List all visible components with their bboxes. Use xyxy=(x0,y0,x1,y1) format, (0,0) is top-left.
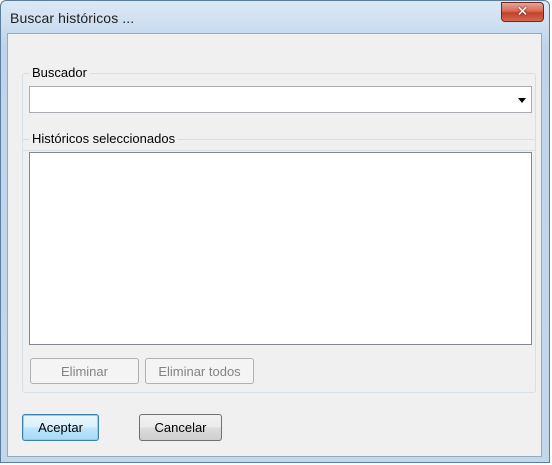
chevron-down-icon[interactable] xyxy=(518,98,526,103)
aceptar-button[interactable]: Aceptar xyxy=(22,414,99,441)
buscador-combobox[interactable] xyxy=(29,86,532,113)
window-title: Buscar históricos ... xyxy=(10,10,135,26)
dialog-client-area: Buscador Históricos seleccionados Elimin… xyxy=(7,33,542,457)
title-bar[interactable]: Buscar históricos ... ✕ xyxy=(1,1,549,35)
close-button[interactable]: ✕ xyxy=(501,2,544,22)
eliminar-button[interactable]: Eliminar xyxy=(30,358,139,384)
close-icon: ✕ xyxy=(516,4,529,20)
buscador-group-label: Buscador xyxy=(29,65,90,80)
eliminar-todos-button[interactable]: Eliminar todos xyxy=(145,358,254,384)
cancelar-button[interactable]: Cancelar xyxy=(139,414,222,441)
historicos-group-label: Históricos seleccionados xyxy=(29,131,179,146)
historicos-listbox[interactable] xyxy=(29,152,532,345)
